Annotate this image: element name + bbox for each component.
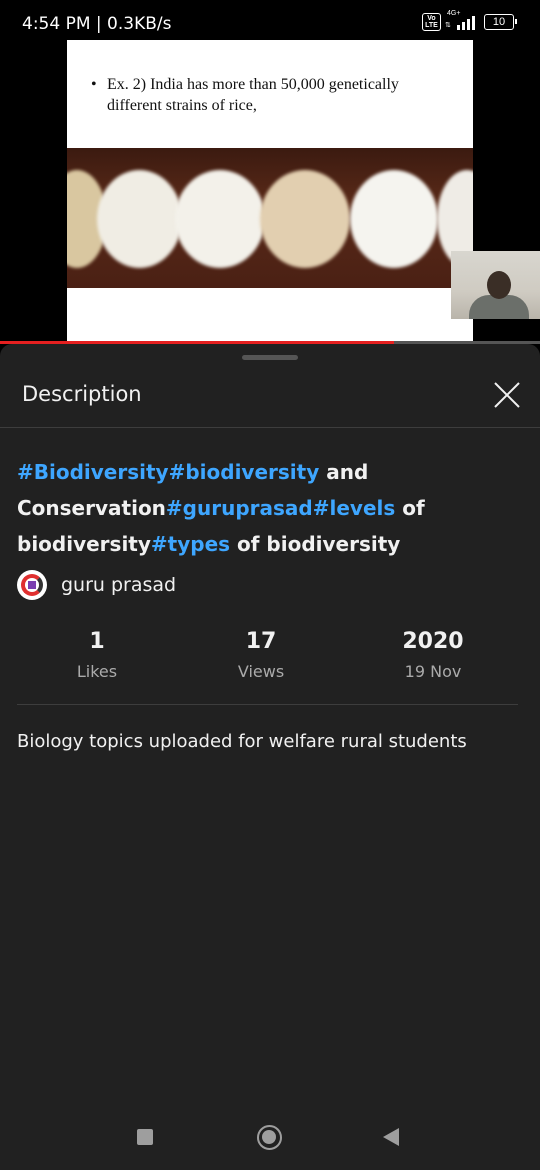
volte-icon: Vo LTE: [422, 13, 441, 31]
slide-bullet: •: [91, 76, 97, 93]
description-panel: Description #Biodiversity#biodiversity a…: [0, 344, 540, 1170]
panel-title: Description: [22, 382, 142, 406]
channel-name[interactable]: guru prasad: [61, 574, 176, 596]
slide-text-content: Ex. 2) India has more than 50,000 geneti…: [107, 76, 399, 114]
channel-logo-icon[interactable]: [17, 570, 47, 600]
views-label: Views: [237, 662, 285, 681]
hashtag-link[interactable]: #guruprasad: [166, 496, 313, 520]
drag-handle[interactable]: [242, 355, 298, 360]
video-title: #Biodiversity#biodiversity and Conservat…: [17, 454, 517, 562]
hashtag-link[interactable]: #biodiversity: [169, 460, 320, 484]
hashtag-link[interactable]: #levels: [313, 496, 396, 520]
video-stats: 1 Likes 17 Views 2020 19 Nov: [0, 629, 540, 689]
status-icons: Vo LTE 4G+ ⇅ 10: [422, 10, 517, 31]
presenter-webcam: [451, 251, 540, 319]
hashtag-link[interactable]: #Biodiversity: [17, 460, 169, 484]
views-stat: 17 Views: [181, 629, 341, 681]
rice-photo: [67, 148, 473, 288]
square-icon[interactable]: [137, 1129, 153, 1145]
video-player[interactable]: • Ex. 2) India has more than 50,000 gene…: [0, 40, 540, 344]
status-time: 4:54 PM | 0.3KB/s: [22, 14, 172, 34]
circle-icon[interactable]: [257, 1125, 282, 1150]
system-nav-bar: [0, 1100, 540, 1170]
upload-date: 19 Nov: [404, 662, 462, 681]
likes-label: Likes: [76, 662, 118, 681]
triangle-back-icon[interactable]: [383, 1128, 399, 1146]
close-button[interactable]: [490, 378, 524, 412]
battery-level: 10: [492, 16, 506, 28]
divider: [17, 704, 518, 705]
upload-year: 2020: [402, 629, 464, 654]
signal-icon: 4G+ ⇅: [445, 10, 475, 31]
title-text: of biodiversity: [230, 532, 401, 556]
divider: [0, 427, 540, 428]
status-bar: 4:54 PM | 0.3KB/s Vo LTE 4G+ ⇅ 10: [0, 0, 540, 40]
likes-stat: 1 Likes: [17, 629, 177, 681]
close-icon: [494, 382, 520, 408]
channel-row[interactable]: guru prasad: [17, 570, 176, 600]
likes-count: 1: [89, 629, 105, 654]
slide-text: • Ex. 2) India has more than 50,000 gene…: [91, 74, 451, 116]
views-count: 17: [245, 629, 277, 654]
battery-icon: 10: [484, 14, 517, 30]
description-text: Biology topics uploaded for welfare rura…: [17, 731, 467, 752]
hashtag-link[interactable]: #types: [151, 532, 230, 556]
video-slide: • Ex. 2) India has more than 50,000 gene…: [67, 40, 473, 344]
date-stat: 2020 19 Nov: [353, 629, 513, 681]
